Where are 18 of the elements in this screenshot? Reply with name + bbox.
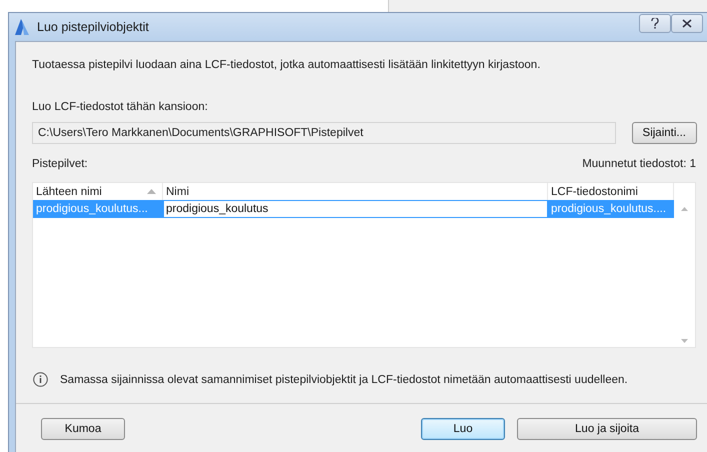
cancel-button[interactable]: Kumoa bbox=[41, 418, 125, 440]
info-text: Samassa sijainnissa olevat samannimiset pistepilviobjektit ja LCF-tiedostot nimetään automaattisesti uudelleen. bbox=[60, 374, 628, 386]
location-button[interactable]: Sijainti... bbox=[632, 122, 697, 144]
folder-path-field[interactable]: C:\Users\Tero Markkanen\Documents\GRAPHISOFT\Pistepilvet bbox=[32, 122, 616, 144]
intro-text: Tuotaessa pistepilvi luodaan aina LCF-tiedostot, jotka automaattisesti lisätään linkitettyyn kirjastoon. bbox=[32, 59, 542, 71]
help-button[interactable] bbox=[639, 14, 671, 33]
folder-label: Luo LCF-tiedostot tähän kansioon: bbox=[32, 101, 209, 113]
create-and-place-button[interactable]: Luo ja sijoita bbox=[517, 418, 697, 440]
close-icon bbox=[682, 19, 692, 28]
create-button[interactable]: Luo bbox=[421, 418, 505, 440]
help-icon bbox=[651, 18, 659, 29]
name-input-field[interactable]: prodigious_koulutus bbox=[163, 200, 548, 218]
app-logo-icon bbox=[15, 19, 29, 35]
close-button[interactable] bbox=[671, 14, 703, 33]
info-icon bbox=[33, 372, 48, 387]
window-title: Luo pistepilviobjektit bbox=[37, 20, 150, 34]
point-clouds-label: Pistepilvet: bbox=[32, 158, 88, 170]
changed-files-count: Muunnetut tiedostot: 1 bbox=[582, 158, 696, 170]
